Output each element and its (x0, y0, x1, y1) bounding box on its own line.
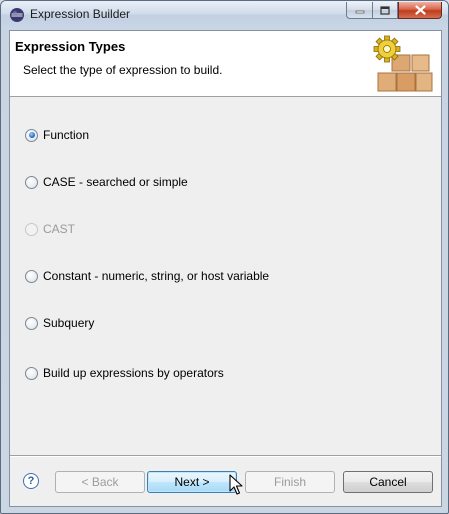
page-description: Select the type of expression to build. (23, 63, 223, 77)
maximize-icon (380, 5, 390, 15)
finish-button: Finish (245, 471, 335, 493)
option-operators[interactable]: Build up expressions by operators (25, 365, 224, 381)
minimize-icon (355, 10, 364, 14)
option-label: CAST (43, 222, 76, 236)
cast-radio (25, 222, 38, 236)
wizard-client-area: Expression Types Select the type of expr… (9, 30, 442, 507)
option-function[interactable]: Function (25, 127, 89, 143)
gear-and-blocks-icon (373, 35, 433, 92)
maximize-button[interactable] (372, 2, 398, 19)
eclipse-app-icon (10, 8, 24, 22)
function-radio[interactable] (25, 128, 38, 142)
subquery-radio[interactable] (25, 316, 38, 330)
option-label: Constant - numeric, string, or host vari… (43, 269, 270, 283)
mouse-pointer-icon (229, 474, 243, 495)
next-button[interactable]: Next > (147, 471, 237, 493)
wizard-header: Expression Types Select the type of expr… (10, 31, 441, 97)
option-label: Build up expressions by operators (43, 366, 224, 380)
option-label: Subquery (43, 316, 95, 330)
cancel-button[interactable]: Cancel (343, 471, 433, 493)
minimize-button[interactable] (346, 2, 372, 19)
option-subquery[interactable]: Subquery (25, 315, 94, 331)
window-title: Expression Builder (30, 7, 131, 21)
close-icon (414, 5, 426, 15)
case-radio[interactable] (25, 175, 38, 189)
option-label: CASE - searched or simple (43, 175, 188, 189)
operators-radio[interactable] (25, 366, 38, 380)
constant-radio[interactable] (25, 269, 38, 283)
option-case[interactable]: CASE - searched or simple (25, 174, 188, 190)
close-button[interactable] (398, 2, 442, 19)
caption-buttons (346, 2, 442, 20)
option-label: Function (43, 128, 90, 142)
footer-separator (10, 455, 441, 457)
help-icon[interactable]: ? (23, 473, 39, 489)
expression-builder-window: Expression Builder Expression Types Sele… (0, 0, 449, 514)
option-cast: CAST (25, 221, 75, 237)
back-button: < Back (55, 471, 145, 493)
page-title: Expression Types (15, 39, 126, 54)
option-constant[interactable]: Constant - numeric, string, or host vari… (25, 268, 269, 284)
title-bar[interactable]: Expression Builder (1, 1, 448, 28)
